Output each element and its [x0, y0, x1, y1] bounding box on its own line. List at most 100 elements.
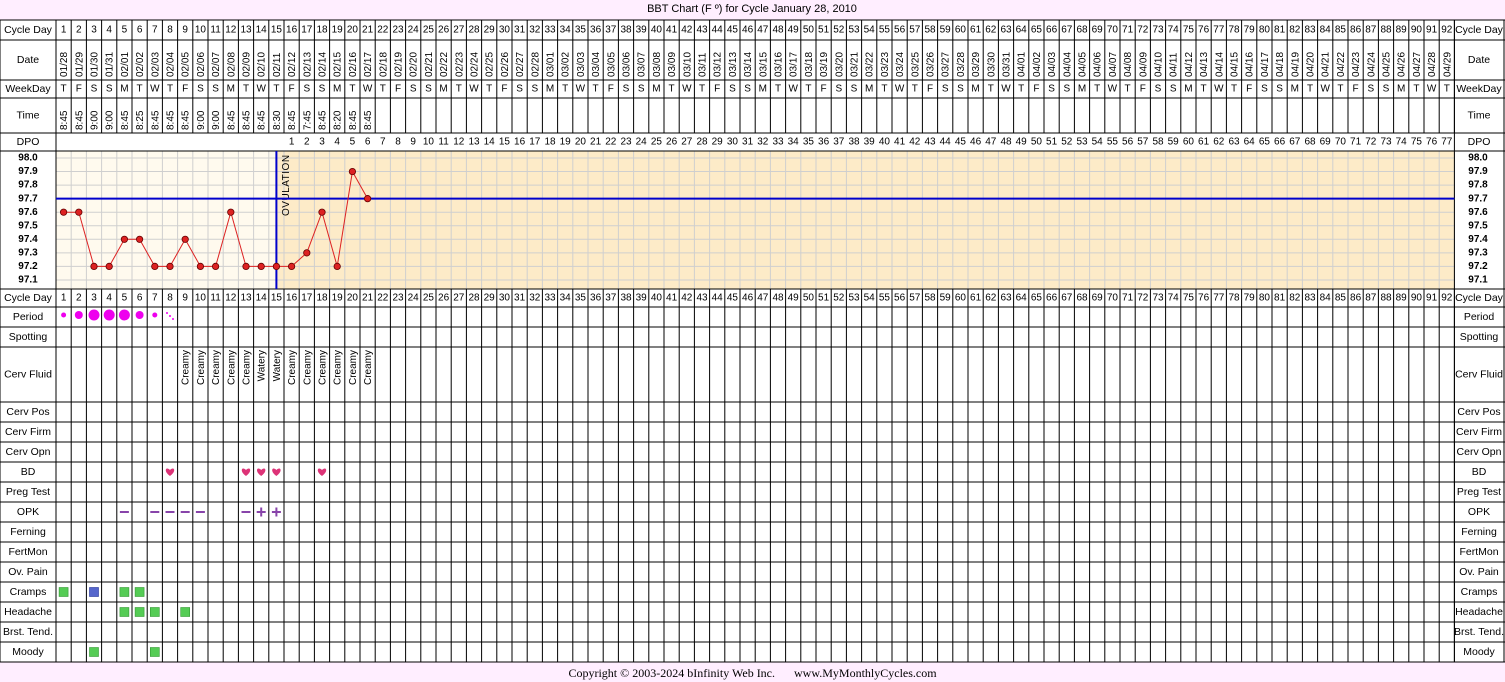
cycle-day-number: 61 [970, 293, 982, 304]
weekday-label: T [1444, 84, 1450, 95]
cycle-day-number: 34 [560, 293, 572, 304]
date-label: 01/28 [59, 52, 70, 77]
period-dot [61, 312, 67, 318]
cycle-day-number: 53 [848, 25, 860, 36]
temperature-point [318, 208, 326, 216]
cycle-day-number: 16 [286, 293, 298, 304]
row-label-ferning-right: Ferning [1461, 526, 1497, 538]
row-label-cramps-right: Cramps [1461, 586, 1498, 598]
dpo-number: 38 [848, 137, 860, 148]
cycle-day-number: 64 [1016, 25, 1028, 36]
dpo-number: 32 [757, 137, 769, 148]
weekday-label: S [835, 84, 842, 95]
row-label-brst-tend-right: Brst. Tend. [1454, 626, 1504, 638]
dpo-number: 64 [1244, 137, 1256, 148]
date-label: 02/03 [150, 52, 161, 77]
cycle-day-number: 79 [1244, 25, 1256, 36]
date-label: 04/18 [1275, 52, 1286, 77]
row-label-moody-right: Moody [1463, 646, 1495, 658]
date-label: 04/21 [1321, 52, 1332, 77]
date-label: 04/05 [1078, 52, 1089, 77]
date-label: 04/04 [1062, 52, 1073, 77]
cycle-day-number: 14 [256, 293, 268, 304]
time-label: 8:30 [272, 110, 283, 130]
time-label: 8:45 [318, 110, 329, 130]
y-tick-right: 97.2 [1468, 261, 1488, 272]
weekday-label: F [821, 84, 827, 95]
cycle-day-number: 48 [772, 293, 784, 304]
date-label: 01/29 [74, 52, 85, 77]
row-label-dpo: DPO [17, 136, 40, 148]
cycle-day-number: 88 [1380, 25, 1392, 36]
dpo-number: 8 [395, 137, 401, 148]
y-tick-right: 97.6 [1468, 207, 1488, 218]
cycle-day-number: 20 [347, 293, 359, 304]
row-label-bd-right: BD [1472, 466, 1487, 478]
weekday-label: W [1427, 84, 1437, 95]
dpo-number: 14 [484, 137, 496, 148]
cycle-day-number: 1 [61, 25, 67, 36]
dpo-number: 60 [1183, 137, 1195, 148]
cycle-day-number: 63 [1000, 25, 1012, 36]
cycle-day-number: 33 [544, 25, 556, 36]
cycle-day-number: 75 [1183, 25, 1195, 36]
date-label: 04/16 [1245, 52, 1256, 77]
cycle-day-number: 9 [182, 25, 188, 36]
weekday-label: S [729, 84, 736, 95]
cycle-day-number: 29 [484, 25, 496, 36]
date-label: 02/09 [242, 52, 253, 77]
cycle-day-number: 71 [1122, 25, 1134, 36]
date-label: 02/21 [424, 52, 435, 77]
cycle-day-number: 22 [377, 25, 389, 36]
time-label: 8:45 [363, 110, 374, 130]
dpo-number: 21 [590, 137, 602, 148]
dpo-number: 48 [1000, 137, 1012, 148]
weekday-label: S [942, 84, 949, 95]
cycle-day-number: 28 [468, 293, 480, 304]
date-label: 04/10 [1154, 52, 1165, 77]
cycle-day-number: 54 [864, 293, 876, 304]
date-label: 03/03 [576, 52, 587, 77]
cerv-fluid-value: Creamy [363, 350, 374, 385]
cycle-day-number: 26 [438, 25, 450, 36]
weekday-label: T [912, 84, 918, 95]
date-label: 03/22 [865, 52, 876, 77]
weekday-label: T [349, 84, 355, 95]
dpo-number: 74 [1396, 137, 1408, 148]
dpo-number: 24 [636, 137, 648, 148]
weekday-label: T [805, 84, 811, 95]
dpo-number: 23 [620, 137, 632, 148]
cycle-day-number: 45 [727, 25, 739, 36]
weekday-label: M [1291, 84, 1299, 95]
cerv-fluid-value: Creamy [242, 350, 253, 385]
cycle-day-number: 12 [225, 25, 237, 36]
dpo-number: 46 [970, 137, 982, 148]
cerv-fluid-value: Creamy [348, 350, 359, 385]
cycle-day-number: 81 [1274, 293, 1286, 304]
cycle-day-number: 38 [620, 25, 632, 36]
dpo-number: 16 [514, 137, 526, 148]
dpo-number: 4 [334, 137, 340, 148]
cycle-day-number: 52 [833, 293, 845, 304]
date-label: 03/09 [667, 52, 678, 77]
weekday-label: W [150, 84, 160, 95]
dpo-number: 34 [788, 137, 800, 148]
row-label-fertmon: FertMon [8, 546, 47, 558]
y-tick-right: 97.9 [1468, 166, 1488, 177]
cycle-day-number: 30 [499, 293, 511, 304]
cycle-day-number: 87 [1365, 293, 1377, 304]
cycle-day-number: 86 [1350, 25, 1362, 36]
row-label-cerv-firm-right: Cerv Firm [1456, 426, 1502, 438]
weekday-label: W [363, 84, 373, 95]
dpo-number: 3 [319, 137, 325, 148]
row-label-cerv-fluid: Cerv Fluid [4, 368, 52, 380]
date-label: 04/27 [1412, 52, 1423, 77]
cycle-day-number: 43 [696, 25, 708, 36]
dpo-number: 73 [1380, 137, 1392, 148]
time-label: 9:00 [105, 110, 116, 130]
dpo-number: 44 [940, 137, 952, 148]
y-tick-right: 97.5 [1468, 220, 1488, 231]
row-label-fertmon-right: FertMon [1459, 546, 1498, 558]
date-label: 03/26 [926, 52, 937, 77]
site-link[interactable]: www.MyMonthlyCycles.com [794, 666, 937, 680]
